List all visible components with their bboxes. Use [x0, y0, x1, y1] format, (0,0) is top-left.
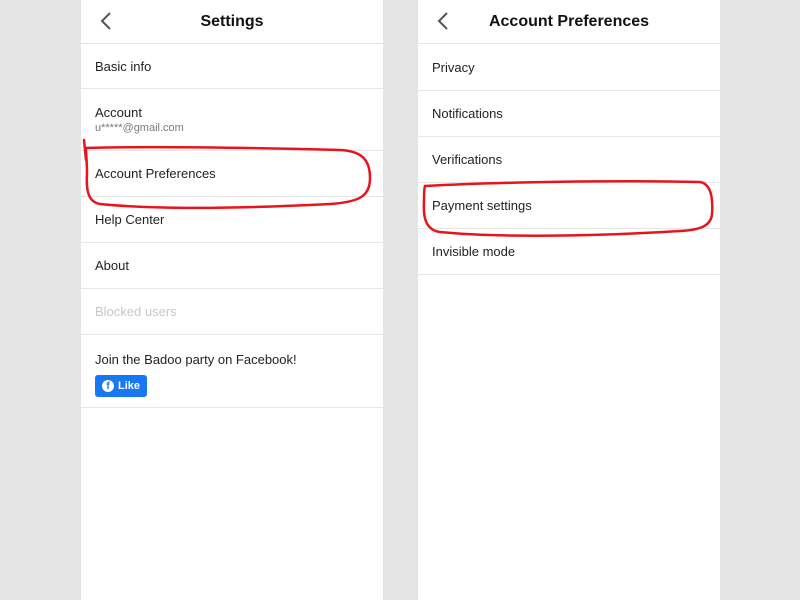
- facebook-promo: Join the Badoo party on Facebook! f Like: [81, 335, 383, 408]
- settings-item-basic-info[interactable]: Basic info: [81, 44, 383, 89]
- account-preferences-header: Account Preferences: [418, 0, 720, 44]
- settings-item-label: Basic info: [95, 58, 152, 74]
- preferences-item-invisible-mode[interactable]: Invisible mode: [418, 229, 720, 275]
- page-title: Account Preferences: [488, 12, 650, 30]
- facebook-like-button[interactable]: f Like: [95, 375, 147, 397]
- preferences-item-label: Verifications: [432, 152, 503, 167]
- settings-item-label: About: [95, 258, 129, 273]
- preferences-item-label: Privacy: [432, 59, 475, 75]
- settings-item-account-preferences[interactable]: Account Preferences: [81, 151, 383, 197]
- preferences-item-label: Payment settings: [432, 198, 532, 213]
- preferences-item-label: Invisible mode: [432, 244, 516, 259]
- settings-item-label: Help Center: [95, 212, 165, 227]
- settings-item-label: Account: [95, 105, 142, 120]
- back-button[interactable]: [432, 9, 454, 33]
- facebook-icon: f: [101, 380, 114, 392]
- back-button[interactable]: [95, 9, 117, 33]
- preferences-item-privacy[interactable]: Privacy: [418, 44, 720, 91]
- preferences-item-notifications[interactable]: Notifications: [418, 91, 720, 137]
- preferences-item-label: Notifications: [432, 106, 503, 121]
- settings-item-about[interactable]: About: [81, 243, 383, 289]
- account-preferences-screen: Account Preferences Privacy Notification…: [418, 0, 720, 600]
- settings-item-account[interactable]: Account u*****@gmail.com: [81, 89, 383, 151]
- settings-screen: Settings Basic info Account u*****@gmail…: [81, 0, 383, 600]
- preferences-item-verifications[interactable]: Verifications: [418, 137, 720, 183]
- settings-item-label: Account Preferences: [95, 166, 216, 181]
- settings-header: Settings: [81, 0, 383, 44]
- settings-item-blocked-users: Blocked users: [81, 289, 383, 335]
- page-title: Settings: [200, 12, 264, 30]
- chevron-left-icon: [437, 12, 448, 30]
- settings-item-label: Blocked users: [95, 304, 177, 319]
- chevron-left-icon: [100, 12, 111, 30]
- settings-item-help-center[interactable]: Help Center: [81, 197, 383, 243]
- preferences-item-payment-settings[interactable]: Payment settings: [418, 183, 720, 229]
- account-email: u*****@gmail.com: [95, 122, 184, 134]
- facebook-like-label: Like: [117, 380, 140, 392]
- facebook-promo-text: Join the Badoo party on Facebook!: [95, 352, 297, 367]
